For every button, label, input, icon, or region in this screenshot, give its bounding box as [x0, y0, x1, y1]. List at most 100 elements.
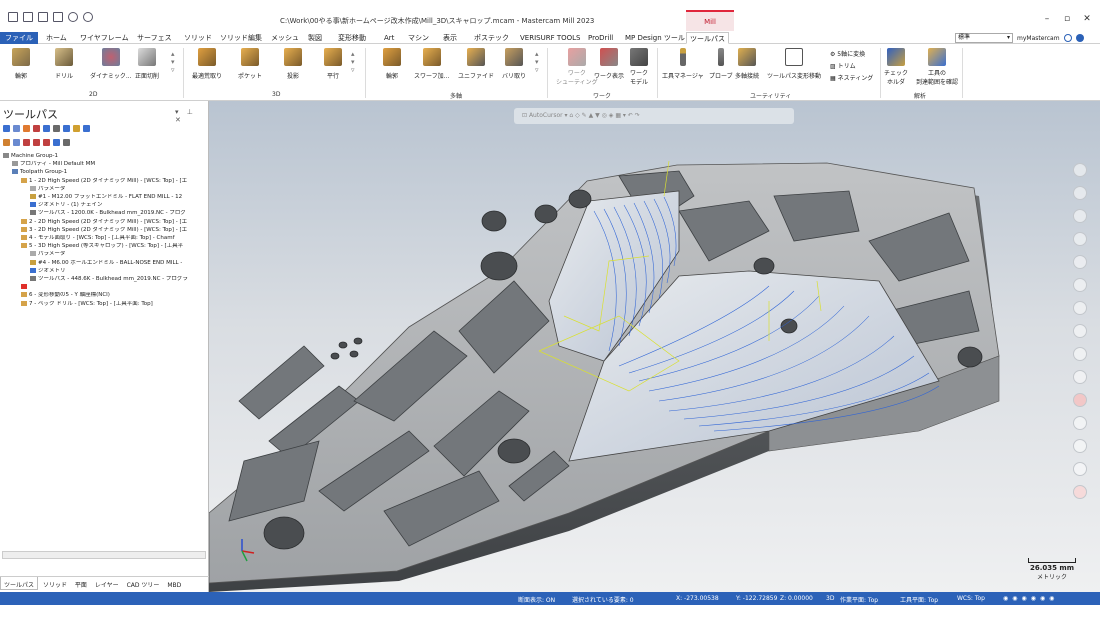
tab-toolpaths-manager[interactable]: ツールパス — [0, 577, 39, 590]
tree-item[interactable]: Machine Group-1 — [3, 153, 58, 160]
new-file-icon[interactable] — [8, 12, 18, 22]
tree-item[interactable]: 6 - 変形移動の5 - Y 軸座標(NCI) — [21, 292, 110, 299]
redo-icon[interactable] — [83, 12, 93, 22]
pocket-3d-button[interactable]: ポケット — [238, 48, 262, 80]
tab-cad-tree[interactable]: CAD ツリー — [124, 577, 163, 590]
save-icon[interactable] — [23, 12, 33, 22]
drill-button[interactable]: ドリル — [55, 48, 73, 80]
tab-wireframe[interactable]: ワイヤフレーム — [80, 32, 129, 44]
regen-icon[interactable] — [23, 125, 30, 132]
multiaxis-contour-button[interactable]: 輪郭 — [383, 48, 401, 80]
select-icon[interactable] — [13, 125, 20, 132]
settings-icon[interactable] — [1073, 462, 1087, 476]
tab-mp-design[interactable]: MP Design ツール — [625, 32, 685, 44]
tool-manager-button[interactable]: 工具マネージャ — [662, 48, 704, 80]
fit-icon[interactable] — [1073, 232, 1087, 246]
expand-2d-icon[interactable]: ▴ ▾ ▿ — [171, 50, 175, 74]
tab-view[interactable]: 表示 — [443, 32, 457, 44]
trim-button[interactable]: ▨ トリム — [830, 61, 856, 70]
open-icon[interactable] — [38, 12, 48, 22]
tree-item[interactable]: 4 - モデル面取り - [WCS: Top] - [工具平面: Top] - … — [21, 235, 175, 242]
check-holder-button[interactable]: チェック ホルダ — [884, 48, 908, 86]
tab-verisurf[interactable]: VERISURF TOOLS — [520, 32, 580, 44]
plane-icon[interactable] — [1073, 439, 1087, 453]
toolpath-transform-button[interactable]: ツールパス変形移動 — [767, 48, 821, 80]
tab-solids[interactable]: ソリッド — [40, 577, 70, 590]
panel-controls[interactable]: ▾ ⊥ ✕ — [175, 108, 208, 124]
tab-planes[interactable]: 平面 — [72, 577, 90, 590]
stock-model-button[interactable]: ワーク モデル — [630, 48, 648, 86]
post-icon[interactable] — [73, 125, 80, 132]
tree-item[interactable]: ツールパス - 448.6K - Bulkhead mm_2019.NC - プ… — [30, 276, 188, 283]
cancel-icon[interactable] — [1073, 485, 1087, 499]
tab-machine[interactable]: マシン — [408, 32, 429, 44]
clear-color-icon[interactable] — [1073, 416, 1087, 430]
unified-button[interactable]: ユニファイド — [458, 48, 494, 80]
backplot-icon[interactable] — [43, 125, 50, 132]
graphics-viewport[interactable] — [209, 101, 1100, 592]
unzoom-icon[interactable] — [1073, 278, 1087, 292]
tab-file[interactable]: ファイル — [0, 32, 38, 44]
translucency-icon[interactable] — [1073, 370, 1087, 384]
tree-item[interactable] — [21, 284, 29, 291]
tool-reach-button[interactable]: 工具の 到達範囲を確認 — [916, 48, 958, 86]
optirough-button[interactable]: 最適荒取り — [192, 48, 222, 80]
help-icon[interactable] — [83, 125, 90, 132]
wcs-status[interactable]: WCS: Top — [957, 595, 985, 602]
cplane-status[interactable]: 作業平面: Top — [840, 595, 878, 604]
tree-item[interactable]: パラメータ — [30, 251, 65, 258]
tab-solid-edit[interactable]: ソリッド編集 — [220, 32, 262, 44]
face-mill-button[interactable]: 正面切削 — [135, 48, 159, 80]
move-up-icon[interactable] — [33, 139, 40, 146]
horizontal-scrollbar[interactable] — [2, 551, 206, 559]
expand-3d-icon[interactable]: ▴ ▾ ▿ — [351, 50, 355, 74]
autocursor-toolbar[interactable]: ⊡ AutoCursor ▾ ⌂ ◇ ✎ ▲ ▼ ◎ ◈ ▦ ▾ ↶ ↷ — [514, 108, 794, 124]
zoom-icon[interactable] — [1073, 163, 1087, 177]
probe-button[interactable]: プローブ — [709, 48, 733, 80]
tplane-status[interactable]: 工具平面: Top — [900, 595, 938, 604]
help-icon[interactable] — [1075, 34, 1084, 42]
verify-icon[interactable] — [53, 125, 60, 132]
options-icon[interactable] — [63, 139, 70, 146]
tab-transform[interactable]: 変形移動 — [338, 32, 366, 44]
regen-dirty-icon[interactable] — [33, 125, 40, 132]
simulate-icon[interactable] — [63, 125, 70, 132]
tree-item[interactable]: #4 - M6.00 ボールエンドミル - BALL-NOSE END MILL… — [30, 259, 182, 267]
section-view-icon[interactable] — [1073, 393, 1087, 407]
tab-art[interactable]: Art — [384, 32, 394, 44]
multiaxis-link-button[interactable]: 多軸接続 — [735, 48, 759, 80]
rotate-icon[interactable] — [1073, 209, 1087, 223]
parallel-button[interactable]: 平行 — [324, 48, 342, 80]
tree-item[interactable]: プロパティ - Mill Default MM — [12, 161, 95, 168]
tree-item[interactable]: 2 - 2D High Speed (2D ダイナミック Mill) - [WC… — [21, 218, 187, 226]
tree-item[interactable]: Toolpath Group-1 — [12, 169, 67, 176]
tab-prodrill[interactable]: ProDrill — [588, 32, 613, 44]
convert-5axis-button[interactable]: ⚙ 5軸に変換 — [830, 49, 865, 58]
nesting-button[interactable]: ▦ ネスティング — [830, 73, 873, 82]
toggle-display-icon[interactable] — [13, 139, 20, 146]
tree-item[interactable]: 7 - ペック ドリル - [WCS: Top] - [工具平面: Top] — [21, 300, 153, 308]
minimize-icon[interactable]: – — [1042, 14, 1052, 24]
face-icon[interactable] — [1063, 34, 1072, 42]
zoom-window-icon[interactable] — [1073, 255, 1087, 269]
tree-item[interactable]: パラメータ — [30, 185, 65, 193]
show-only-icon[interactable] — [53, 139, 60, 146]
select-all-icon[interactable] — [3, 125, 10, 132]
status-view-icons[interactable]: ◉◉◉◉◉◉ — [1003, 595, 1058, 602]
mode-3d[interactable]: 3D — [826, 595, 834, 602]
shaded-edges-icon[interactable] — [1073, 347, 1087, 361]
insert-arrow-icon[interactable] — [43, 139, 50, 146]
tab-levels[interactable]: レイヤー — [92, 577, 122, 590]
expand-multiaxis-icon[interactable]: ▴ ▾ ▿ — [535, 50, 539, 74]
section-view-status[interactable]: 断面表示: ON — [518, 595, 555, 604]
deburr-button[interactable]: バリ取り — [502, 48, 526, 80]
pan-icon[interactable] — [1073, 186, 1087, 200]
tab-mbd[interactable]: MBD — [164, 579, 184, 592]
tree-item[interactable]: 3 - 2D High Speed (2D ダイナミック Mill) - [WC… — [21, 226, 187, 234]
tree-item[interactable]: ジオメトリ — [30, 267, 66, 275]
tab-mesh[interactable]: メッシュ — [271, 32, 299, 44]
close-icon[interactable]: ✕ — [1082, 14, 1092, 24]
restore-icon[interactable]: ▫ — [1062, 14, 1072, 24]
swarf-button[interactable]: スワーフ加... — [414, 48, 449, 80]
tab-postec[interactable]: ポステック — [474, 32, 509, 44]
